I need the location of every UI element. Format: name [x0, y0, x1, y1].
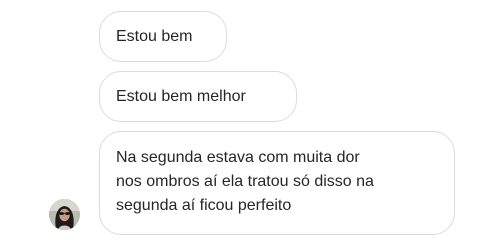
message-text: Estou bem [116, 28, 193, 45]
person-avatar-icon [49, 199, 80, 230]
message-text-line: segunda aí ficou perfeito [116, 197, 292, 214]
message-bubble[interactable]: Estou bem melhor [99, 71, 297, 122]
message-text-line: nos ombros aí ela tratou só disso na [116, 173, 374, 190]
message-bubble[interactable]: Na segunda estava com muita dor nos ombr… [99, 131, 455, 235]
message-bubble[interactable]: Estou bem [99, 11, 227, 62]
message-text: Estou bem melhor [116, 88, 246, 105]
sender-avatar[interactable] [49, 199, 80, 230]
message-text-line: Na segunda estava com muita dor [116, 149, 360, 166]
